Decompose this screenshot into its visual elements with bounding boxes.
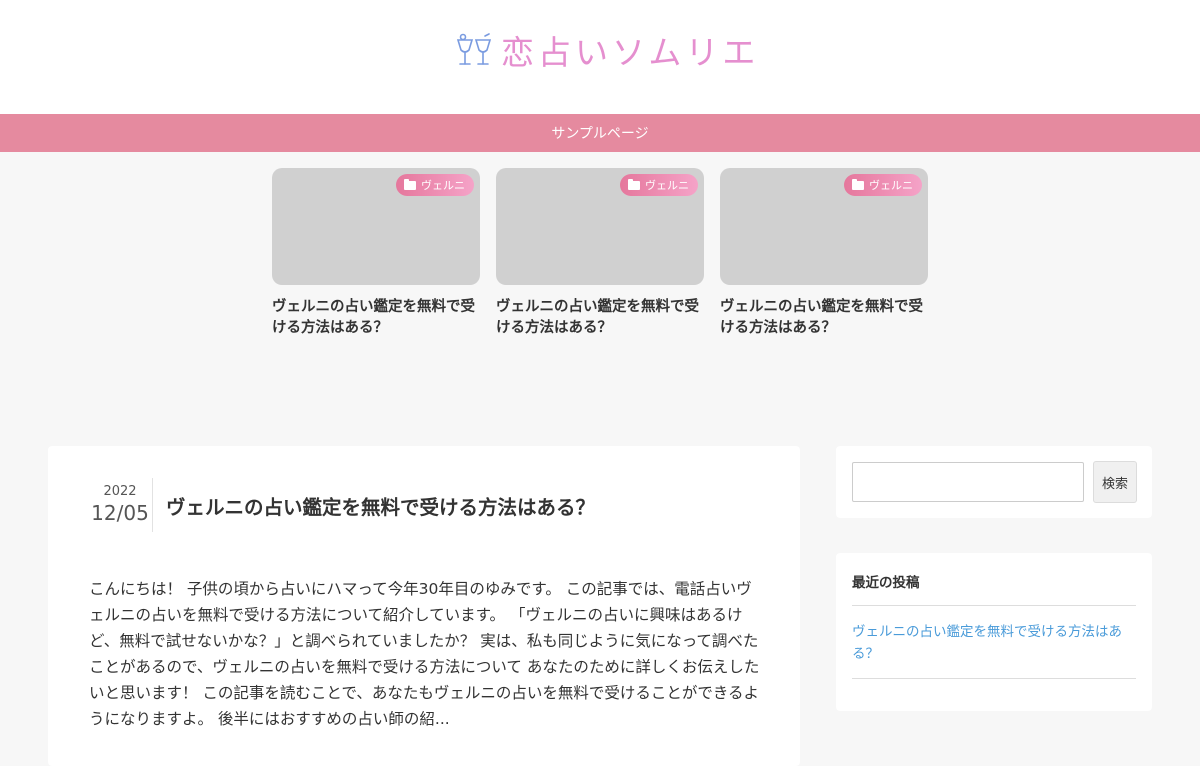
category-label: ヴェルニ xyxy=(421,179,465,192)
pickup-title[interactable]: ヴェルニの占い鑑定を無料で受ける方法はある？ xyxy=(496,297,704,339)
post-date: 2022 12/05 xyxy=(88,484,152,525)
category-badge[interactable]: ヴェルニ xyxy=(844,174,922,196)
site-header: 恋占いソムリエ xyxy=(0,0,1200,114)
pickup-card[interactable]: ヴェルニ ヴェルニの占い鑑定を無料で受ける方法はある？ xyxy=(496,168,704,339)
pickup-card[interactable]: ヴェルニ ヴェルニの占い鑑定を無料で受ける方法はある？ xyxy=(272,168,480,339)
global-nav: サンプルページ xyxy=(0,114,1200,152)
search-input[interactable] xyxy=(852,462,1084,502)
post-date-month-day: 12/05 xyxy=(91,501,149,525)
folder-icon xyxy=(852,178,864,190)
folder-icon xyxy=(628,178,640,190)
recent-post-link[interactable]: ヴェルニの占い鑑定を無料で受ける方法はある？ xyxy=(852,621,1138,665)
category-label: ヴェルニ xyxy=(645,179,689,192)
category-badge[interactable]: ヴェルニ xyxy=(620,174,698,196)
date-divider xyxy=(152,478,153,532)
search-button[interactable]: 検索 xyxy=(1093,461,1137,503)
post-excerpt: こんにちは！ 子供の頃から占いにハマって今年30年目のゆみです。 この記事では、… xyxy=(89,580,760,728)
divider xyxy=(852,605,1136,606)
widget-title: 最近の投稿 xyxy=(852,575,920,591)
pickup-card[interactable]: ヴェルニ ヴェルニの占い鑑定を無料で受ける方法はある？ xyxy=(720,168,928,339)
category-label: ヴェルニ xyxy=(869,179,913,192)
post-title[interactable]: ヴェルニの占い鑑定を無料で受ける方法はある？ xyxy=(166,491,595,520)
pickup-title[interactable]: ヴェルニの占い鑑定を無料で受ける方法はある？ xyxy=(720,297,928,339)
pickup-title[interactable]: ヴェルニの占い鑑定を無料で受ける方法はある？ xyxy=(272,297,480,339)
article-card: 2022 12/05 ヴェルニの占い鑑定を無料で受ける方法はある？ こんにちは！… xyxy=(48,446,800,766)
divider xyxy=(852,678,1136,679)
pickup-thumbnail[interactable]: ヴェルニ xyxy=(272,168,480,285)
category-badge[interactable]: ヴェルニ xyxy=(396,174,474,196)
folder-icon xyxy=(404,178,416,190)
search-widget: 検索 xyxy=(836,446,1152,518)
wine-glasses-icon xyxy=(456,33,492,65)
nav-item-sample-page[interactable]: サンプルページ xyxy=(551,123,648,143)
pickup-thumbnail[interactable]: ヴェルニ xyxy=(496,168,704,285)
pickup-cards: ヴェルニ ヴェルニの占い鑑定を無料で受ける方法はある？ ヴェルニ ヴェルニの占い… xyxy=(272,168,928,339)
pickup-thumbnail[interactable]: ヴェルニ xyxy=(720,168,928,285)
site-title: 恋占いソムリエ xyxy=(501,33,760,72)
site-logo[interactable]: 恋占いソムリエ xyxy=(455,30,759,72)
post-date-year: 2022 xyxy=(103,484,137,499)
recent-posts-widget: 最近の投稿 ヴェルニの占い鑑定を無料で受ける方法はある？ xyxy=(836,553,1152,711)
